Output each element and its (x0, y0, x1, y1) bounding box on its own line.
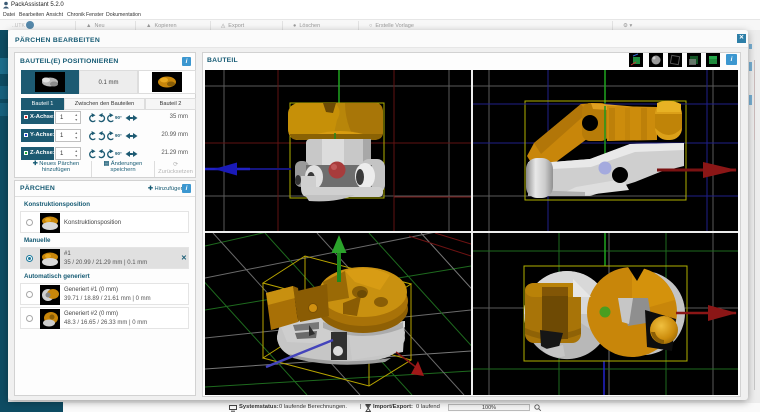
svg-text:90°: 90° (115, 133, 122, 138)
svg-text:90°: 90° (115, 151, 122, 156)
svg-text:90°: 90° (115, 115, 122, 120)
